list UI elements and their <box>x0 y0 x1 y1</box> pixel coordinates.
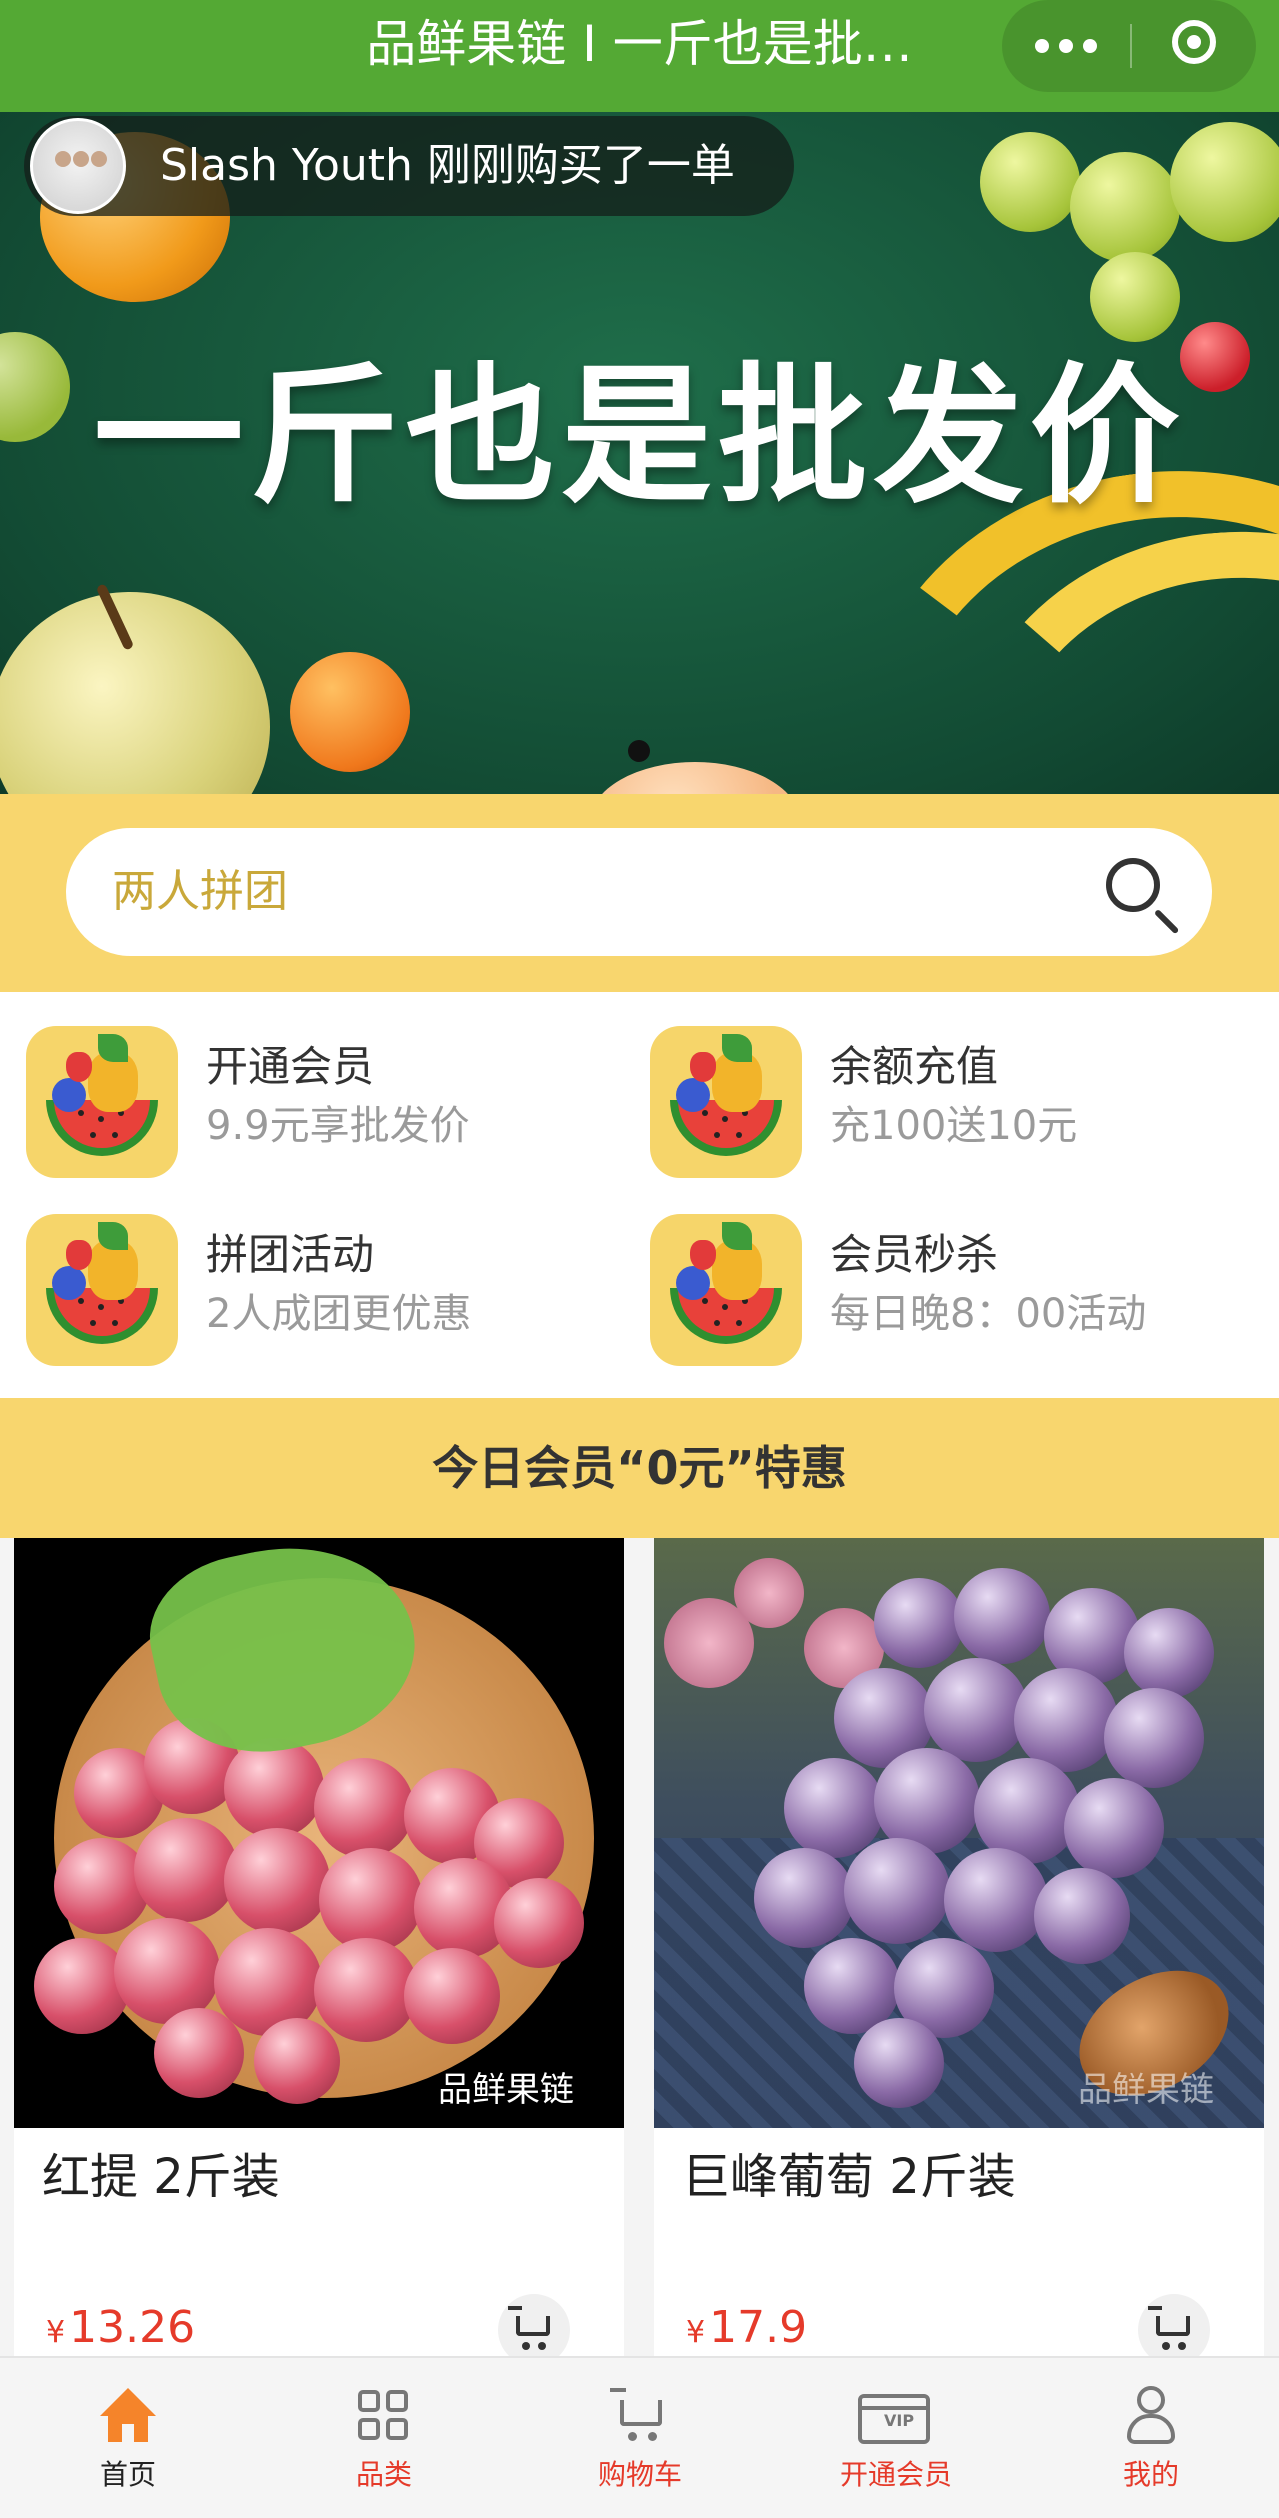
green-grape-image <box>1090 252 1180 342</box>
fruit-basket-icon <box>650 1026 802 1178</box>
feature-open-membership[interactable]: 开通会员 9.9元享批发价 <box>0 992 620 1178</box>
feature-grid: 开通会员 9.9元享批发价 余额充值 充100送10元 拼团活动 2人成团更优惠… <box>0 992 1279 1398</box>
orange-image <box>290 652 410 772</box>
banner-slogan: 一斤也是批发价 <box>93 350 1186 524</box>
green-grape-image <box>1170 122 1279 242</box>
search-input[interactable]: 两人拼团 <box>66 828 1212 956</box>
carousel-indicator[interactable] <box>628 740 650 762</box>
cart-icon <box>508 2306 550 2336</box>
product-card[interactable]: 品鲜果链 巨峰葡萄 2斤装 ¥17.9 <box>654 1538 1264 2358</box>
product-price: ¥17.9 <box>686 2302 807 2358</box>
tab-label: 我的 <box>1122 2458 1179 2491</box>
fruit-basket-icon <box>650 1214 802 1366</box>
vip-card-icon: VIP <box>858 2386 934 2446</box>
feature-subtitle: 9.9元享批发价 <box>206 1103 470 1149</box>
category-grid-icon <box>354 2386 414 2446</box>
price-value: 13.26 <box>69 2302 196 2353</box>
feature-group-buy[interactable]: 拼团活动 2人成团更优惠 <box>0 1180 620 1366</box>
fruit-basket-icon <box>26 1214 178 1366</box>
tab-vip[interactable]: VIP 开通会员 <box>768 2358 1024 2518</box>
avatar <box>30 118 126 214</box>
more-dots-icon[interactable] <box>1002 0 1130 92</box>
user-icon <box>1121 2386 1181 2446</box>
tab-label: 购物车 <box>597 2458 682 2491</box>
fruit-basket-icon <box>26 1026 178 1178</box>
tab-home[interactable]: 首页 <box>0 2358 256 2518</box>
section-header: 今日会员“0元”特惠 <box>0 1398 1279 1538</box>
tab-label: 首页 <box>99 2458 156 2491</box>
image-watermark: 品鲜果链 <box>1078 2070 1214 2110</box>
image-watermark: 品鲜果链 <box>438 2070 574 2110</box>
product-name: 巨峰葡萄 2斤装 <box>682 2149 1016 2205</box>
cart-icon <box>610 2386 670 2446</box>
feature-flash-sale[interactable]: 会员秒杀 每日晚8：00活动 <box>624 1180 1244 1366</box>
product-card[interactable]: 品鲜果链 红提 2斤装 ¥13.26 <box>14 1538 624 2358</box>
tab-label: 开通会员 <box>839 2458 952 2491</box>
price-value: 17.9 <box>709 2302 808 2353</box>
section-title: 今日会员“0元”特惠 <box>432 1441 847 1495</box>
search-section: 两人拼团 <box>0 794 1279 992</box>
product-image-red-grapes[interactable]: 品鲜果链 <box>14 1538 624 2128</box>
currency-symbol: ¥ <box>686 2315 706 2350</box>
tab-me[interactable]: 我的 <box>1023 2358 1279 2518</box>
feature-title: 余额充值 <box>830 1042 999 1091</box>
apple-image <box>0 592 270 794</box>
feature-subtitle: 每日晚8：00活动 <box>830 1291 1147 1337</box>
promo-banner[interactable]: 一斤也是批发价 Slash Youth 刚刚购买了一单 <box>0 112 1279 794</box>
mini-program-capsule <box>1002 0 1256 92</box>
peach-image <box>590 762 800 794</box>
feature-title: 拼团活动 <box>206 1230 375 1279</box>
home-icon <box>98 2386 158 2446</box>
purchase-notification-text: Slash Youth 刚刚购买了一单 <box>160 140 735 191</box>
search-placeholder: 两人拼团 <box>112 866 288 917</box>
feature-title: 开通会员 <box>206 1042 375 1091</box>
purchase-notification: Slash Youth 刚刚购买了一单 <box>24 116 794 216</box>
feature-subtitle: 充100送10元 <box>830 1103 1078 1149</box>
close-circle-icon[interactable] <box>1172 20 1216 64</box>
feature-title: 会员秒杀 <box>830 1230 999 1279</box>
product-image-kyoho-grapes[interactable]: 品鲜果链 <box>654 1538 1264 2128</box>
tab-category[interactable]: 品类 <box>256 2358 512 2518</box>
product-price: ¥13.26 <box>46 2302 195 2358</box>
currency-symbol: ¥ <box>46 2315 66 2350</box>
green-grape-image <box>980 132 1080 232</box>
feature-balance-recharge[interactable]: 余额充值 充100送10元 <box>624 992 1244 1178</box>
cart-icon <box>1148 2306 1190 2336</box>
bottom-tab-bar: 首页 品类 购物车 VIP 开通会员 我的 <box>0 2356 1279 2518</box>
capsule-divider <box>1130 24 1132 68</box>
add-to-cart-button[interactable] <box>1138 2294 1210 2358</box>
feature-subtitle: 2人成团更优惠 <box>206 1291 472 1337</box>
tab-label: 品类 <box>355 2458 412 2491</box>
top-navigation-bar: 品鲜果链 I 一斤也是批… <box>0 0 1279 112</box>
green-grape-image <box>1070 152 1180 262</box>
add-to-cart-button[interactable] <box>498 2294 570 2358</box>
search-icon[interactable] <box>1106 858 1160 912</box>
product-name: 红提 2斤装 <box>42 2149 280 2205</box>
tab-cart[interactable]: 购物车 <box>512 2358 768 2518</box>
